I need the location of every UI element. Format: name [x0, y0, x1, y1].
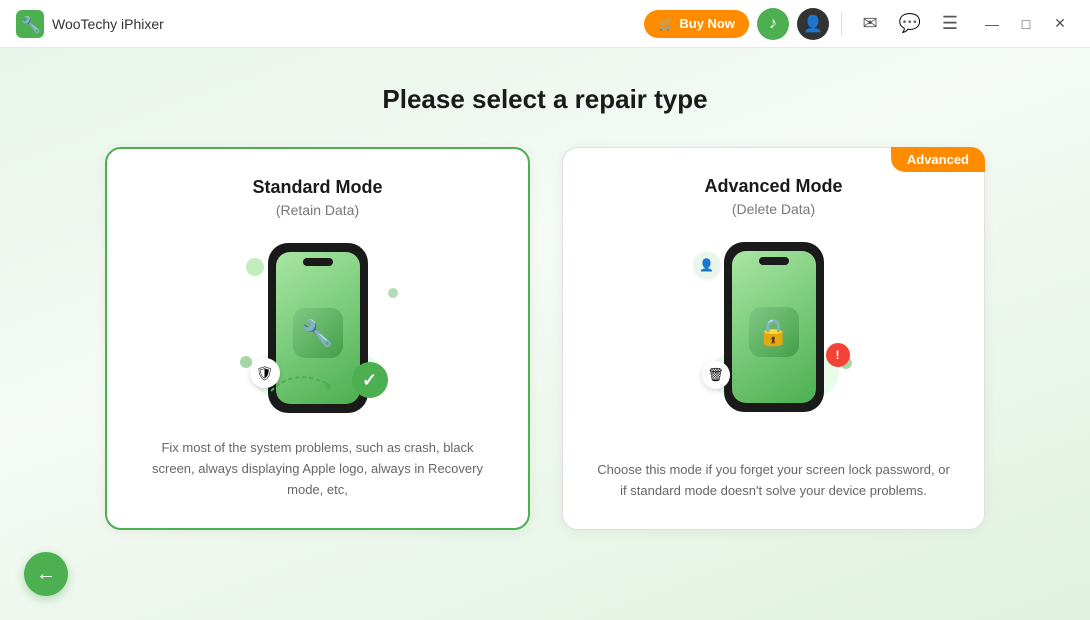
mail-icon: ✉ — [862, 13, 877, 34]
back-arrow-icon: ← — [36, 563, 56, 586]
check-icon: ✓ — [362, 370, 377, 391]
mail-button[interactable]: ✉ — [854, 8, 886, 40]
music-icon: ♪ — [769, 15, 777, 33]
cards-container: Standard Mode (Retain Data) 🔧 — [105, 147, 985, 530]
advanced-card-description: Choose this mode if you forget your scre… — [595, 437, 952, 501]
standard-card-description: Fix most of the system problems, such as… — [139, 438, 496, 500]
divider — [841, 12, 842, 36]
lock-icon: 🔒 — [757, 317, 789, 348]
page-title: Please select a repair type — [382, 84, 707, 115]
dashed-arrow-svg — [266, 361, 336, 396]
titlebar-actions: 🛒 Buy Now ♪ 👤 ✉ 💬 ☰ — □ ✕ — [644, 8, 1074, 40]
wrench-icon: 🔧 — [301, 318, 333, 349]
buy-now-icon: 🛒 — [658, 16, 674, 32]
advanced-badge: Advanced — [891, 147, 985, 172]
checkmark-badge: ✓ — [352, 362, 388, 398]
music-button[interactable]: ♪ — [757, 8, 789, 40]
main-content: Please select a repair type Standard Mod… — [0, 48, 1090, 620]
deco-circle-1 — [246, 258, 264, 276]
menu-icon: ☰ — [942, 13, 958, 34]
svg-text:🔧: 🔧 — [21, 15, 41, 34]
window-controls: — □ ✕ — [978, 10, 1074, 38]
chat-icon: 💬 — [899, 13, 921, 34]
buy-now-button[interactable]: 🛒 Buy Now — [644, 10, 749, 38]
close-icon: ✕ — [1054, 15, 1066, 32]
minimize-button[interactable]: — — [978, 10, 1006, 38]
user-icon: 👤 — [803, 14, 823, 34]
titlebar: 🔧 WooTechy iPhixer 🛒 Buy Now ♪ 👤 ✉ 💬 ☰ — — [0, 0, 1090, 48]
advanced-card-subtitle: (Delete Data) — [732, 201, 815, 217]
adv-phone-notch — [759, 257, 789, 265]
phone-notch — [303, 258, 333, 266]
user-badge: 👤 — [694, 252, 720, 278]
chat-button[interactable]: 💬 — [894, 8, 926, 40]
deco-circle-2 — [240, 356, 252, 368]
lock-icon-box: 🔒 — [749, 307, 799, 357]
warning-icon: ! — [836, 348, 840, 362]
advanced-mode-card[interactable]: Advanced Advanced Mode (Delete Data) 🔒 — [562, 147, 985, 530]
advanced-card-title: Advanced Mode — [704, 176, 842, 197]
trash-badge: 🗑 — [702, 361, 730, 389]
standard-phone-illustration: 🔧 🛡 ✓ — [238, 238, 398, 418]
standard-mode-card[interactable]: Standard Mode (Retain Data) 🔧 — [105, 147, 530, 530]
app-logo: 🔧 — [16, 10, 44, 38]
advanced-phone-body: 🔒 — [724, 242, 824, 412]
deco-circle-3 — [388, 288, 398, 298]
maximize-button[interactable]: □ — [1012, 10, 1040, 38]
close-button[interactable]: ✕ — [1046, 10, 1074, 38]
app-title: WooTechy iPhixer — [52, 16, 644, 32]
warning-badge: ! — [826, 343, 850, 367]
advanced-phone-illustration: 🔒 🗑 ! 👤 — [694, 237, 854, 417]
menu-button[interactable]: ☰ — [934, 8, 966, 40]
profile-button[interactable]: 👤 — [797, 8, 829, 40]
minimize-icon: — — [985, 16, 999, 32]
standard-card-title: Standard Mode — [252, 177, 382, 198]
standard-card-subtitle: (Retain Data) — [276, 202, 359, 218]
maximize-icon: □ — [1022, 16, 1030, 32]
back-button[interactable]: ← — [24, 552, 68, 596]
advanced-phone-screen: 🔒 — [732, 251, 816, 403]
trash-icon: 🗑 — [707, 367, 724, 383]
buy-now-label: Buy Now — [679, 16, 735, 31]
wrench-icon-box: 🔧 — [293, 308, 343, 358]
user-small-icon: 👤 — [699, 258, 714, 272]
